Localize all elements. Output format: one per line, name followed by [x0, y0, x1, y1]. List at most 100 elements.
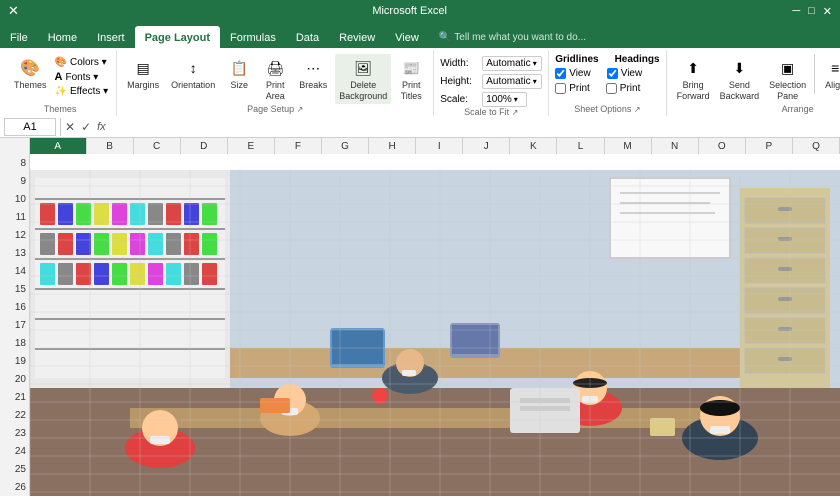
- themes-icon: 🎨: [18, 56, 42, 80]
- gridlines-print-checkbox[interactable]: [555, 83, 566, 94]
- col-header-l[interactable]: L: [557, 138, 604, 154]
- height-dropdown[interactable]: Automatic ▾: [482, 74, 542, 89]
- send-backward-button[interactable]: ⬇ SendBackward: [716, 54, 764, 104]
- tab-view[interactable]: View: [385, 26, 429, 48]
- tab-search[interactable]: 🔍 Tell me what you want to do...: [429, 26, 596, 48]
- row-header-17[interactable]: 17: [0, 316, 30, 334]
- row-header-25[interactable]: 25: [0, 460, 30, 478]
- width-dropdown[interactable]: Automatic ▾: [482, 56, 542, 71]
- print-area-button[interactable]: 🖨 PrintArea: [259, 54, 291, 104]
- col-header-a[interactable]: A: [30, 138, 87, 154]
- col-header-j[interactable]: J: [463, 138, 510, 154]
- row-header-12[interactable]: 12: [0, 226, 30, 244]
- row-header-10[interactable]: 10: [0, 190, 30, 208]
- col-header-p[interactable]: P: [746, 138, 793, 154]
- maximize-btn[interactable]: □: [808, 5, 815, 18]
- tab-home[interactable]: Home: [38, 26, 87, 48]
- col-header-e[interactable]: E: [228, 138, 275, 154]
- row-header-13[interactable]: 13: [0, 244, 30, 262]
- print-titles-label: PrintTitles: [401, 80, 422, 102]
- print-area-label: PrintArea: [266, 80, 285, 102]
- margins-label: Margins: [127, 80, 159, 91]
- page-setup-expand-icon[interactable]: ↗: [297, 105, 304, 114]
- tab-formulas[interactable]: Formulas: [220, 26, 286, 48]
- bring-forward-button[interactable]: ⬆ BringForward: [673, 54, 714, 104]
- selection-pane-button[interactable]: ▣ SelectionPane: [765, 54, 810, 104]
- tab-data[interactable]: Data: [286, 26, 329, 48]
- send-backward-icon: ⬇: [727, 56, 751, 80]
- tab-insert[interactable]: Insert: [87, 26, 135, 48]
- headings-print-row: Print: [606, 82, 641, 95]
- tab-review[interactable]: Review: [329, 26, 385, 48]
- bring-forward-label: BringForward: [677, 80, 710, 102]
- scale-expand-icon[interactable]: ↗: [512, 108, 519, 117]
- col-header-b[interactable]: B: [87, 138, 134, 154]
- row-header-16[interactable]: 16: [0, 298, 30, 316]
- background-icon: 🖼: [351, 56, 375, 80]
- col-header-i[interactable]: I: [416, 138, 463, 154]
- formula-input[interactable]: [110, 120, 836, 134]
- close-btn[interactable]: ✕: [823, 5, 832, 18]
- size-button[interactable]: 📋 Size: [223, 54, 255, 93]
- col-header-o[interactable]: O: [699, 138, 746, 154]
- background-button[interactable]: 🖼 DeleteBackground: [335, 54, 391, 104]
- sheet-options-expand-icon[interactable]: ↗: [634, 105, 641, 114]
- width-caret: ▾: [533, 59, 537, 68]
- effects-button[interactable]: ✨ Effects ▾: [53, 85, 111, 98]
- col-header-m[interactable]: M: [605, 138, 652, 154]
- col-header-g[interactable]: G: [322, 138, 369, 154]
- print-titles-button[interactable]: 📰 PrintTitles: [395, 54, 427, 104]
- col-header-q[interactable]: Q: [793, 138, 840, 154]
- tab-file[interactable]: File: [0, 26, 38, 48]
- row-header-22[interactable]: 22: [0, 406, 30, 424]
- row-header-20[interactable]: 20: [0, 370, 30, 388]
- gridlines-view-row: View: [555, 67, 591, 80]
- formula-icons: ✕ ✓ fx: [65, 120, 106, 134]
- window-controls[interactable]: ─ □ ✕: [792, 5, 832, 18]
- orientation-label: Orientation: [171, 80, 215, 91]
- row-header-26[interactable]: 26: [0, 478, 30, 496]
- row-header-15[interactable]: 15: [0, 280, 30, 298]
- tab-page-layout[interactable]: Page Layout: [135, 26, 220, 48]
- margins-button[interactable]: ▤ Margins: [123, 54, 163, 93]
- fonts-button[interactable]: A Fonts ▾: [53, 70, 111, 84]
- effects-label: Effects ▾: [70, 86, 108, 97]
- col-header-f[interactable]: F: [275, 138, 322, 154]
- row-header-14[interactable]: 14: [0, 262, 30, 280]
- col-header-h[interactable]: H: [369, 138, 416, 154]
- col-header-n[interactable]: N: [652, 138, 699, 154]
- scale-content: Width: Automatic ▾ Height: Automatic ▾ S…: [440, 50, 542, 107]
- sheet-options-content: Gridlines Headings View View Print: [555, 50, 659, 104]
- row-header-23[interactable]: 23: [0, 424, 30, 442]
- confirm-icon[interactable]: ✓: [81, 120, 91, 134]
- breaks-button[interactable]: ⋯ Breaks: [295, 54, 331, 93]
- orientation-button[interactable]: ↕ Orientation: [167, 54, 219, 93]
- colors-icon: 🎨: [55, 57, 67, 68]
- row-header-18[interactable]: 18: [0, 334, 30, 352]
- col-header-d[interactable]: D: [181, 138, 228, 154]
- headings-view-row: View: [607, 67, 643, 80]
- selection-pane-label: SelectionPane: [769, 80, 806, 102]
- col-header-c[interactable]: C: [134, 138, 181, 154]
- row-header-8[interactable]: 8: [0, 154, 30, 172]
- gridlines-view-checkbox[interactable]: [555, 68, 566, 79]
- cancel-icon[interactable]: ✕: [65, 120, 75, 134]
- headings-print-checkbox[interactable]: [606, 83, 617, 94]
- row-header-9[interactable]: 9: [0, 172, 30, 190]
- themes-button[interactable]: 🎨 Themes: [10, 54, 51, 93]
- headings-view-checkbox[interactable]: [607, 68, 618, 79]
- row-header-21[interactable]: 21: [0, 388, 30, 406]
- row-header-11[interactable]: 11: [0, 208, 30, 226]
- margins-icon: ▤: [131, 56, 155, 80]
- minimize-btn[interactable]: ─: [792, 5, 800, 18]
- app-icon: ✕: [8, 3, 19, 19]
- scale-dropdown[interactable]: 100% ▾: [482, 92, 527, 107]
- align-button[interactable]: ≡ Align: [819, 54, 840, 93]
- row-header-24[interactable]: 24: [0, 442, 30, 460]
- theme-options-stack: 🎨 Colors ▾ A Fonts ▾ ✨ Effects ▾: [53, 54, 111, 98]
- row-header-19[interactable]: 19: [0, 352, 30, 370]
- cell-reference-input[interactable]: [4, 118, 56, 136]
- col-header-k[interactable]: K: [510, 138, 557, 154]
- colors-button[interactable]: 🎨 Colors ▾: [53, 56, 111, 69]
- themes-group-label: Themes: [44, 104, 77, 116]
